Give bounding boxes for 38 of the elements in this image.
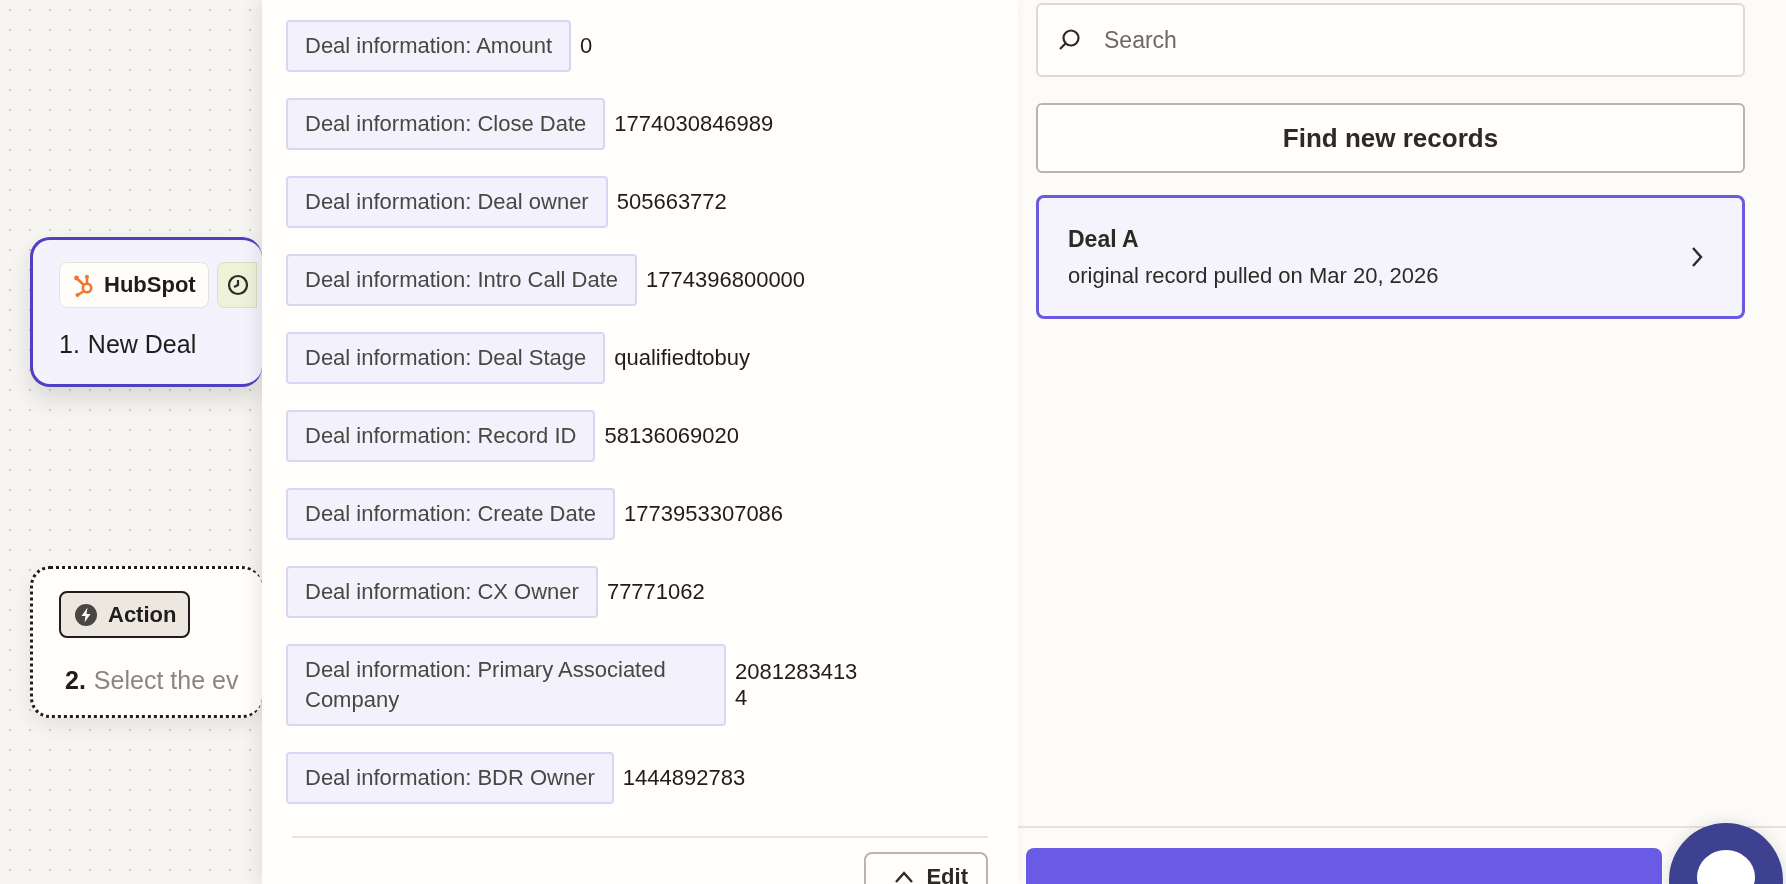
step-number: 1. [59,330,80,359]
record-subtitle: original record pulled on Mar 20, 2026 [1068,262,1439,289]
field-label: Deal information: Primary Associated Company [286,644,726,726]
badge-label: Action [108,601,177,628]
field-label: Deal information: Amount [286,20,572,72]
edit-button[interactable]: Edit [864,852,988,884]
field-label: Deal information: BDR Owner [286,752,614,804]
field-value: 0 [580,33,594,59]
step-card[interactable]: Action 2. Select the ev [30,566,262,718]
lightning-icon [74,602,98,627]
field-label: Deal information: Create Date [286,488,616,540]
step-card[interactable]: HubSpot 1. New Deal [30,237,262,387]
field-label: Deal information: Close Date [286,98,606,150]
app-name: HubSpot [104,272,196,298]
step-title: New Deal [87,330,197,359]
field-value: qualifiedtobuy [614,345,752,371]
field-value: 1773953307086 [624,501,785,527]
field-label: Deal information: CX Owner [286,566,598,618]
field-label: Deal information: Record ID [286,410,596,462]
field-value: 1774030846989 [614,111,775,137]
step-number: 2. [65,666,86,695]
clock-icon [225,273,250,297]
record-title: Deal A [1068,225,1140,253]
search-field[interactable]: Search [1036,3,1745,77]
field-value: 77771062 [606,579,706,605]
field-label: Deal information: Intro Call Date [286,254,638,306]
field-value: 1774396800000 [646,267,807,293]
field-value: 1444892783 [622,765,747,791]
caret-up-icon [894,870,915,884]
record-card[interactable]: Deal A original record pulled on Mar 20, 2026 [1036,195,1745,319]
field-value: 505663772 [616,189,728,215]
chevron-right-icon [1690,246,1704,268]
field-label: Deal information: Deal owner [286,176,608,228]
field-value: 20812834134 [735,659,859,711]
find-records-button[interactable]: Find new records [1036,103,1745,173]
step-title: Select the ev [93,666,239,695]
field-value: 58136069020 [604,423,741,449]
field-label: Deal information: Deal Stage [286,332,606,384]
